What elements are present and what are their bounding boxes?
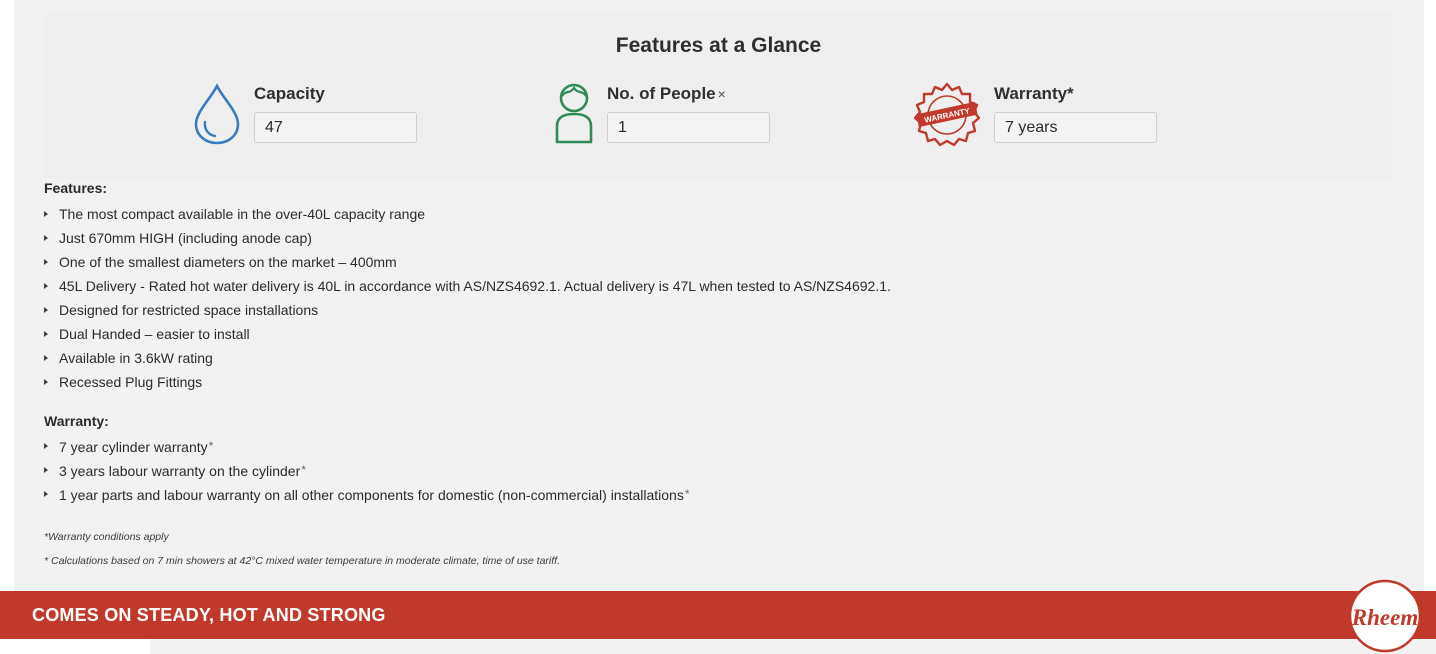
list-item: Recessed Plug Fittings (44, 370, 891, 394)
warranty-stamp-icon: WARRANTY (914, 82, 980, 147)
bullet-arrow-icon (44, 283, 48, 289)
list-item: Available in 3.6kW rating (44, 346, 891, 370)
list-item: 45L Delivery - Rated hot water delivery … (44, 274, 891, 298)
warranty-stat: WARRANTY Warranty* 7 years (914, 82, 1174, 162)
bullet-arrow-icon (44, 331, 48, 337)
bullet-arrow-icon (44, 211, 48, 217)
person-icon (555, 83, 593, 144)
list-item: 1 year parts and labour warranty on all … (44, 482, 690, 506)
warranty-value: 7 years (994, 112, 1157, 143)
bullet-arrow-icon (44, 235, 48, 241)
logo-text: Rheem (1351, 605, 1418, 630)
capacity-label: Capacity (254, 84, 325, 103)
water-drop-icon (194, 83, 240, 145)
calculations-note: * Calculations based on 7 min showers at… (44, 555, 561, 567)
capacity-value: 47 (254, 112, 417, 143)
bullet-arrow-icon (44, 491, 48, 497)
bullet-arrow-icon (44, 355, 48, 361)
bullet-arrow-icon (44, 467, 48, 473)
list-item: The most compact available in the over-4… (44, 202, 891, 226)
bullet-arrow-icon (44, 379, 48, 385)
people-value: 1 (607, 112, 770, 143)
bullet-arrow-icon (44, 307, 48, 313)
list-item: Just 670mm HIGH (including anode cap) (44, 226, 891, 250)
warranty-conditions-note: *Warranty conditions apply (44, 531, 169, 543)
people-mark: × (717, 86, 726, 102)
bullet-arrow-icon (44, 259, 48, 265)
warranty-list: 7 year cylinder warranty* 3 years labour… (44, 434, 690, 506)
people-stat: No. of People × 1 (552, 82, 792, 162)
rheem-logo[interactable]: Rheem (1348, 579, 1422, 653)
list-item: Dual Handed – easier to install (44, 322, 891, 346)
bullet-arrow-icon (44, 443, 48, 449)
list-item: One of the smallest diameters on the mar… (44, 250, 891, 274)
features-heading: Features: (44, 180, 108, 196)
tagline-banner: COMES ON STEADY, HOT AND STRONG (0, 591, 1436, 639)
features-at-a-glance: Features at a Glance Capacity 47 No. of … (44, 14, 1393, 178)
glance-title: Features at a Glance (615, 34, 822, 57)
features-list: The most compact available in the over-4… (44, 202, 891, 394)
list-item: 7 year cylinder warranty* (44, 434, 690, 458)
banner-text: COMES ON STEADY, HOT AND STRONG (32, 605, 386, 625)
capacity-stat: Capacity 47 (192, 82, 432, 162)
bottom-strip (150, 639, 1436, 654)
list-item: Designed for restricted space installati… (44, 298, 891, 322)
list-item: 3 years labour warranty on the cylinder* (44, 458, 690, 482)
warranty-label: Warranty* (994, 84, 1074, 103)
warranty-heading: Warranty: (44, 413, 109, 429)
people-label: No. of People × (607, 84, 726, 103)
